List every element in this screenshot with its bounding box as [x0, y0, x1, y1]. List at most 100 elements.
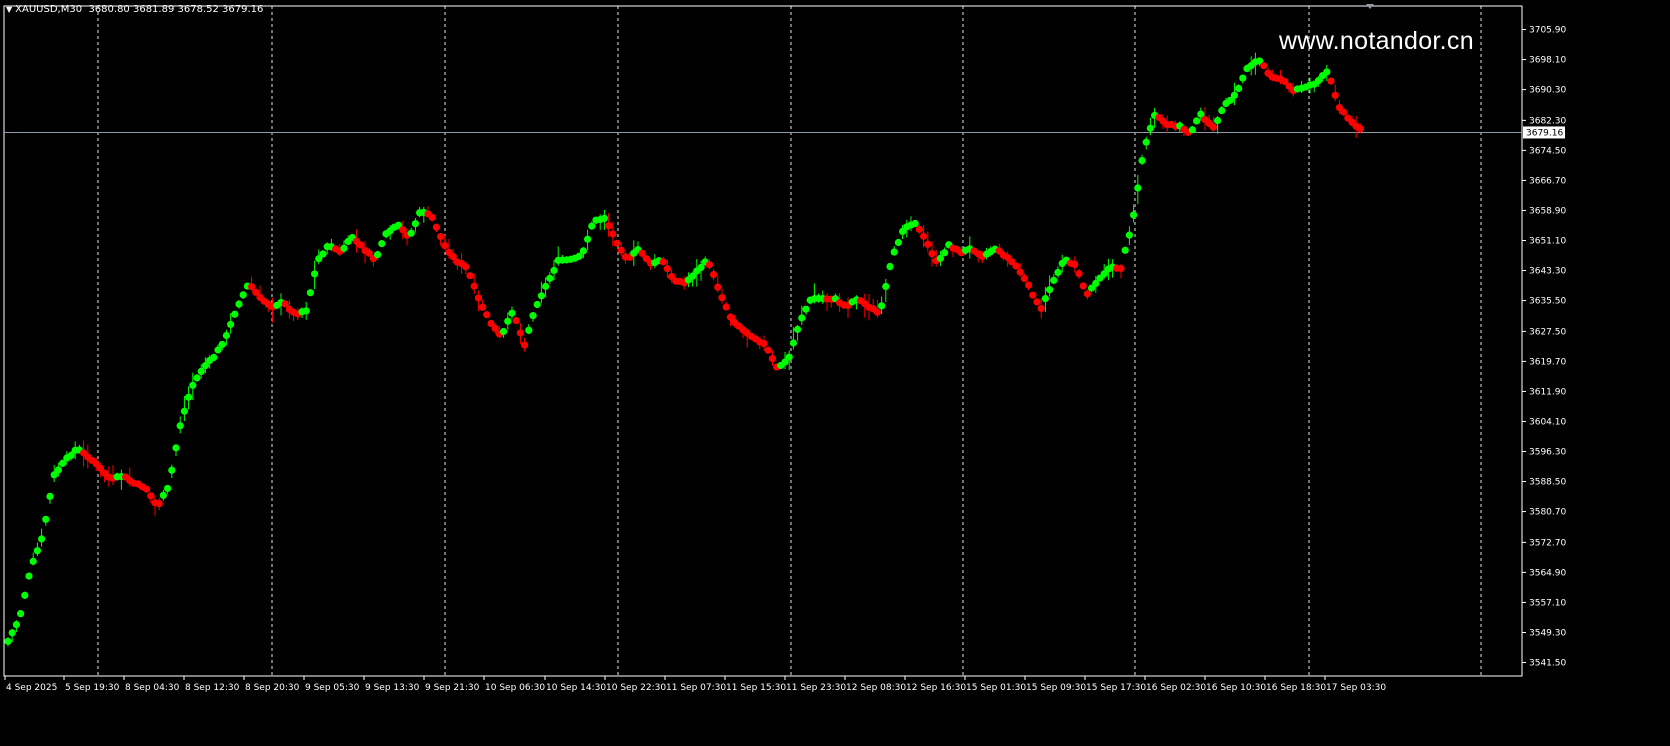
bear-dot: [760, 339, 768, 348]
bull-dot: [302, 307, 310, 315]
bull-dot: [1121, 246, 1129, 254]
bear-dot: [617, 246, 625, 254]
bear-dot: [1327, 77, 1335, 85]
bull-dot: [1146, 124, 1154, 132]
bear-dot: [483, 311, 491, 319]
bull-dot: [374, 251, 382, 259]
bear-dot: [873, 308, 882, 316]
y-tick-label: 3643.30: [1529, 267, 1566, 277]
bull-dot: [189, 381, 197, 389]
y-tick-label: 3611.90: [1529, 387, 1566, 397]
bear-dot: [915, 225, 924, 233]
bull-dot: [197, 367, 205, 375]
bear-dot: [718, 294, 726, 302]
bull-dot: [878, 302, 886, 310]
bull-dot: [411, 220, 419, 228]
bear-dot: [521, 341, 529, 349]
bull-dot: [1046, 286, 1054, 294]
bear-dot: [605, 222, 613, 230]
bull-dot: [1138, 156, 1146, 165]
bid-price-label: 3679.16: [1526, 128, 1563, 138]
bull-dot: [886, 262, 894, 271]
bull-dot: [227, 320, 235, 329]
bear-dot: [147, 492, 155, 500]
y-tick-label: 3564.90: [1529, 568, 1566, 578]
x-tick-label: 12 Sep 08:30: [846, 683, 906, 693]
y-tick-label: 3705.90: [1529, 25, 1566, 35]
bull-dot: [54, 466, 63, 474]
x-tick-label: 10 Sep 14:30: [546, 683, 606, 693]
price-chart[interactable]: 3705.90 3698.10 3690.30 3682.30 3674.50 3666.…: [0, 0, 1670, 746]
bull-dot: [218, 340, 226, 349]
dropdown-triangle-icon[interactable]: ▼: [6, 5, 12, 14]
bull-dot: [29, 557, 37, 565]
bull-dot: [1235, 84, 1243, 92]
y-tick-label: 3635.50: [1529, 297, 1566, 307]
bear-dot: [466, 272, 474, 280]
x-tick-label: 11 Sep 07:30: [666, 683, 726, 693]
bear-dot: [764, 346, 772, 354]
x-tick-label: 15 Sep 17:30: [1086, 683, 1146, 693]
bull-dot: [4, 637, 12, 645]
bull-dot: [222, 331, 230, 340]
bull-dot: [1130, 211, 1138, 219]
bull-dot: [17, 610, 25, 618]
x-tick-label: 8 Sep 20:30: [245, 683, 300, 693]
bear-dot: [155, 500, 163, 508]
x-tick-label: 5 Sep 19:30: [65, 683, 120, 693]
bull-dot: [529, 312, 537, 320]
bull-dot: [180, 407, 188, 415]
bull-dot: [176, 422, 184, 430]
bull-dot: [542, 282, 550, 290]
bull-dot: [1050, 276, 1058, 284]
bear-dot: [768, 354, 777, 363]
bear-dot: [705, 261, 714, 269]
bear-dot: [710, 270, 718, 279]
y-tick-label: 3651.10: [1529, 237, 1566, 247]
bull-dot: [306, 289, 314, 297]
bull-dot: [168, 466, 176, 474]
bull-dot: [340, 244, 348, 252]
y-tick-label: 3627.50: [1529, 327, 1566, 337]
bull-dot: [600, 214, 609, 222]
x-tick-label: 12 Sep 16:30: [906, 683, 966, 693]
bear-dot: [613, 239, 621, 247]
bull-dot: [1188, 126, 1196, 134]
x-tick-label: 10 Sep 22:30: [606, 683, 666, 693]
bull-dot: [1193, 117, 1201, 125]
bull-dot: [789, 339, 798, 347]
x-tick-label: 15 Sep 01:30: [966, 683, 1026, 693]
x-tick-label: 16 Sep 18:30: [1266, 683, 1326, 693]
bear-dot: [1260, 62, 1268, 70]
ohlc-values: 3680.80 3681.89 3678.52 3679.16: [88, 4, 264, 15]
bear-dot: [1016, 268, 1024, 276]
bull-dot: [802, 305, 810, 313]
bear-dot: [470, 282, 478, 290]
bear-dot: [1029, 291, 1037, 299]
bull-dot: [12, 621, 20, 629]
bull-dot: [1239, 74, 1247, 82]
bear-dot: [1037, 304, 1045, 313]
y-tick-label: 3658.90: [1529, 206, 1566, 216]
bear-dot: [1020, 274, 1028, 283]
x-tick-label: 11 Sep 23:30: [786, 683, 846, 693]
y-tick-label: 3557.10: [1529, 598, 1566, 608]
bull-dot: [1125, 231, 1133, 239]
bull-dot: [172, 444, 180, 452]
bull-dot: [579, 247, 588, 255]
bear-dot: [1209, 123, 1217, 131]
y-tick-label: 3666.70: [1529, 176, 1566, 186]
bull-dot: [42, 515, 50, 523]
x-tick-label: 11 Sep 15:30: [726, 683, 786, 693]
bear-dot: [1340, 108, 1348, 116]
bear-dot: [714, 283, 722, 291]
bear-dot: [428, 213, 436, 221]
bear-dot: [441, 242, 449, 250]
bull-dot: [1323, 68, 1331, 76]
bull-dot: [533, 300, 541, 309]
symbol-info-bar[interactable]: ▼ XAUUSD,M30 3680.80 3681.89 3678.52 3679…: [6, 4, 263, 15]
bull-dot: [1218, 106, 1226, 115]
bear-dot: [512, 317, 520, 325]
bull-dot: [311, 270, 319, 278]
bear-dot: [1025, 281, 1033, 289]
